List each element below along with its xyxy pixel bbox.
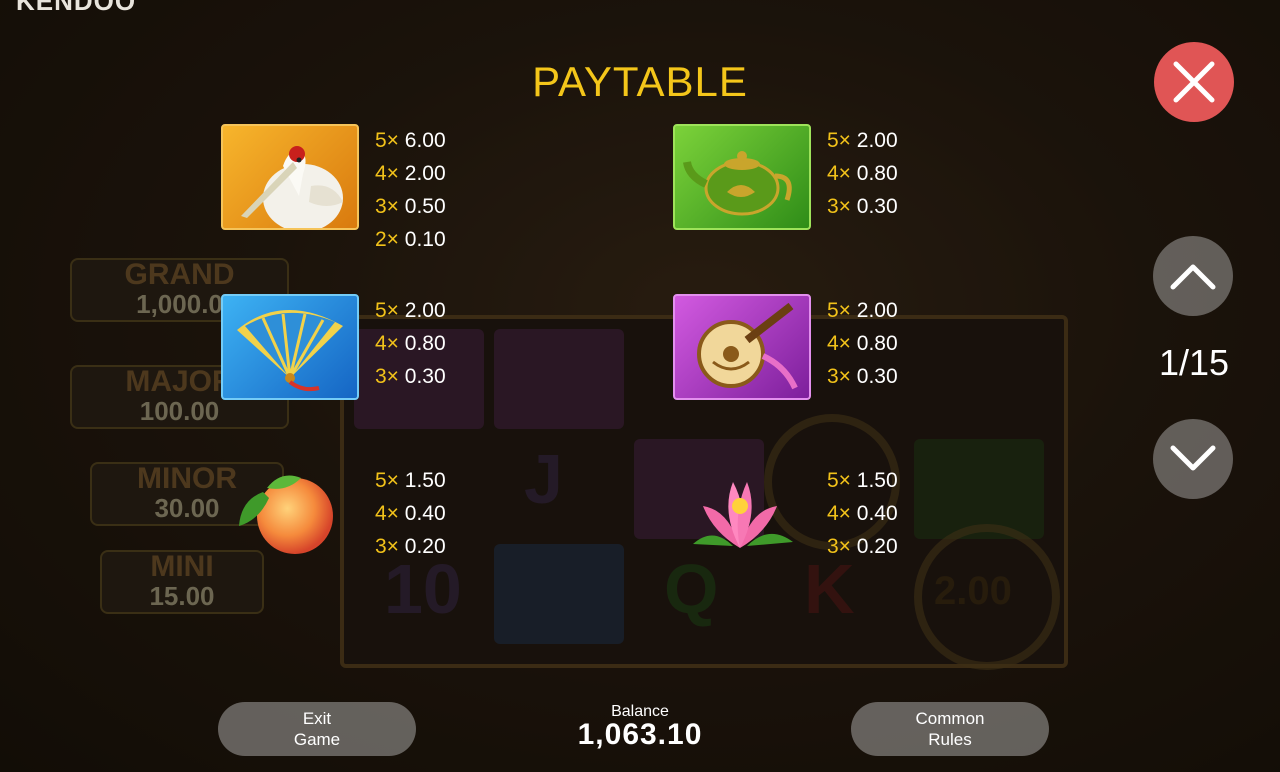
paytable-lute: 5× 2.00 4× 0.80 3× 0.30 [827, 294, 937, 393]
close-icon [1173, 61, 1215, 103]
payout-row: 4× 0.40 [827, 497, 937, 530]
payout-value: 0.40 [856, 502, 898, 525]
match-count: 5× [827, 299, 851, 322]
exit-label-line1: Exit [302, 709, 332, 728]
common-rules-button[interactable]: Common Rules [851, 702, 1049, 756]
paytable-teapot: 5× 2.00 4× 0.80 3× 0.30 [827, 124, 937, 223]
payout-row: 5× 2.00 [375, 294, 485, 327]
payout-value: 0.80 [404, 332, 446, 355]
match-count: 5× [827, 469, 851, 492]
payout-row: 3× 0.50 [375, 190, 485, 223]
payout-value: 1.50 [856, 469, 898, 492]
match-count: 4× [375, 502, 399, 525]
match-count: 4× [827, 332, 851, 355]
payout-value: 6.00 [404, 129, 446, 152]
exit-label-line2: Game [293, 730, 341, 749]
page-separator: / [1178, 342, 1189, 383]
teapot-icon [673, 124, 811, 230]
payout-value: 2.00 [404, 162, 446, 185]
payout-row: 3× 0.30 [827, 190, 937, 223]
payout-value: 0.30 [856, 365, 898, 388]
payout-row: 5× 2.00 [827, 124, 937, 157]
payout-value: 0.30 [856, 195, 898, 218]
payout-row: 4× 0.80 [827, 327, 937, 360]
match-count: 4× [375, 162, 399, 185]
payout-value: 0.20 [404, 535, 446, 558]
payout-row: 4× 0.80 [375, 327, 485, 360]
match-count: 4× [375, 332, 399, 355]
rules-label-line1: Common [915, 709, 985, 728]
match-count: 5× [375, 299, 399, 322]
payout-row: 4× 0.80 [827, 157, 937, 190]
match-count: 3× [827, 365, 851, 388]
match-count: 5× [375, 469, 399, 492]
lotus-icon [673, 462, 807, 564]
payout-value: 0.40 [404, 502, 446, 525]
paytable-fan: 5× 2.00 4× 0.80 3× 0.30 [375, 294, 485, 393]
payout-row: 5× 6.00 [375, 124, 485, 157]
page-title: PAYTABLE [532, 58, 748, 105]
payout-value: 0.80 [856, 162, 898, 185]
payout-value: 2.00 [404, 299, 446, 322]
exit-game-button[interactable]: Exit Game [218, 702, 416, 756]
payout-value: 0.10 [404, 228, 446, 251]
lute-icon [673, 294, 811, 400]
paytable-crane: 5× 6.00 4× 2.00 3× 0.50 2× 0.10 [375, 124, 485, 256]
match-count: 3× [827, 535, 851, 558]
payout-value: 0.30 [404, 365, 446, 388]
payout-value: 0.80 [856, 332, 898, 355]
payout-value: 1.50 [404, 469, 446, 492]
page-total: 15 [1189, 342, 1230, 383]
payout-row: 5× 2.00 [827, 294, 937, 327]
page-up-button[interactable] [1153, 236, 1233, 316]
payout-row: 3× 0.20 [827, 530, 937, 563]
payout-row: 4× 0.40 [375, 497, 485, 530]
payout-row: 3× 0.20 [375, 530, 485, 563]
brand-logo: KENDOO [16, 0, 137, 16]
chevron-up-icon [1170, 264, 1216, 290]
match-count: 3× [375, 195, 399, 218]
payout-row: 3× 0.30 [375, 360, 485, 393]
match-count: 3× [375, 365, 399, 388]
payout-row: 2× 0.10 [375, 223, 485, 256]
fan-icon [221, 294, 359, 400]
match-count: 3× [375, 535, 399, 558]
payout-value: 2.00 [856, 129, 898, 152]
payout-value: 0.50 [404, 195, 446, 218]
payout-value: 0.20 [856, 535, 898, 558]
page-current: 1 [1158, 342, 1179, 383]
match-count: 4× [827, 162, 851, 185]
chevron-down-icon [1170, 445, 1216, 471]
paytable-peach: 5× 1.50 4× 0.40 3× 0.20 [375, 464, 485, 563]
peach-icon [221, 464, 355, 566]
page-down-button[interactable] [1153, 419, 1233, 499]
match-count: 5× [827, 129, 851, 152]
payout-value: 2.00 [856, 299, 898, 322]
close-button[interactable] [1154, 42, 1234, 122]
paytable-lotus: 5× 1.50 4× 0.40 3× 0.20 [827, 464, 937, 563]
game-background: GRAND 1,000.0 MAJOR 100.00 MINOR 30.00 M… [0, 0, 1280, 772]
rules-label-line2: Rules [928, 730, 972, 749]
match-count: 2× [375, 228, 399, 251]
crane-icon [221, 124, 359, 230]
match-count: 5× [375, 129, 399, 152]
payout-row: 5× 1.50 [827, 464, 937, 497]
match-count: 4× [827, 502, 851, 525]
page-indicator: 1/15 [1150, 342, 1238, 384]
match-count: 3× [827, 195, 851, 218]
payout-row: 3× 0.30 [827, 360, 937, 393]
balance-value: 1,063.10 [577, 718, 703, 751]
payout-row: 5× 1.50 [375, 464, 485, 497]
payout-row: 4× 2.00 [375, 157, 485, 190]
